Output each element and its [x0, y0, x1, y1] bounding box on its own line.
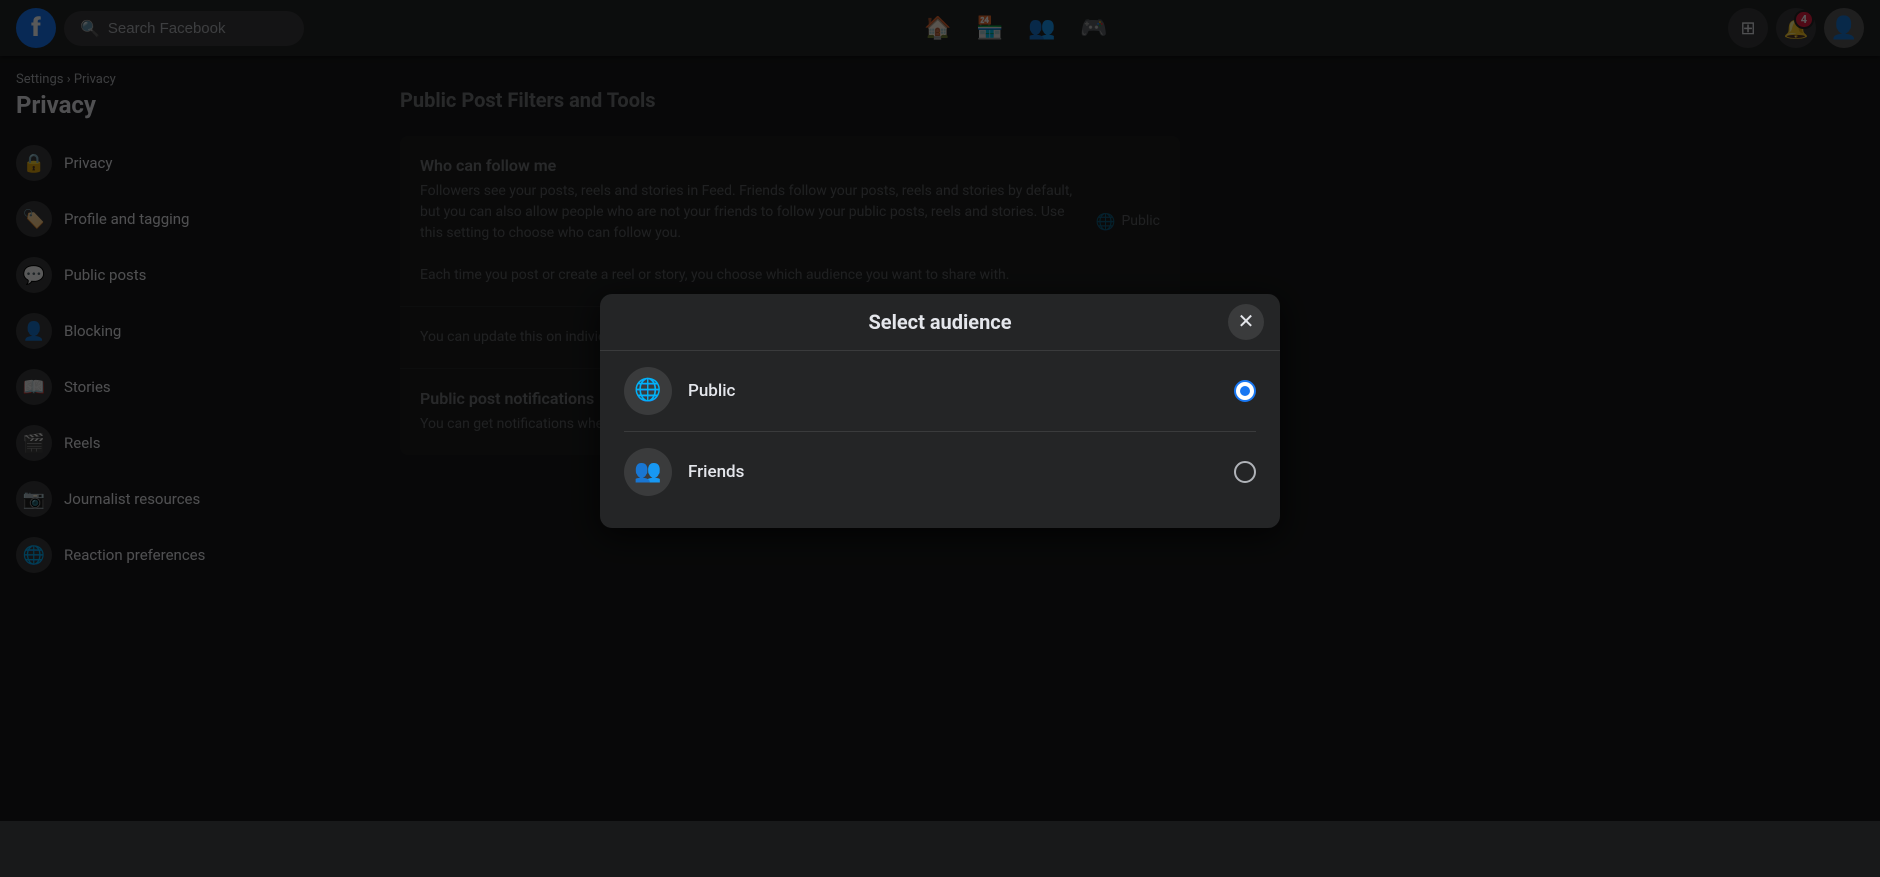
modal-header: Select audience ✕	[600, 294, 1280, 351]
modal-close-button[interactable]: ✕	[1228, 304, 1264, 340]
close-icon: ✕	[1238, 309, 1255, 334]
audience-option-friends[interactable]: 👥 Friends	[600, 432, 1280, 512]
public-audience-icon: 🌐	[624, 367, 672, 415]
audience-option-public[interactable]: 🌐 Public	[600, 351, 1280, 431]
friends-audience-icon: 👥	[624, 448, 672, 496]
public-radio-button[interactable]	[1234, 380, 1256, 402]
modal-title: Select audience	[868, 310, 1011, 334]
select-audience-modal: Select audience ✕ 🌐 Public 👥 Friends	[600, 294, 1280, 528]
modal-overlay[interactable]: Select audience ✕ 🌐 Public 👥 Friends	[0, 0, 1880, 821]
friends-audience-label: Friends	[688, 462, 744, 482]
public-audience-label: Public	[688, 381, 735, 401]
friends-radio-button[interactable]	[1234, 461, 1256, 483]
